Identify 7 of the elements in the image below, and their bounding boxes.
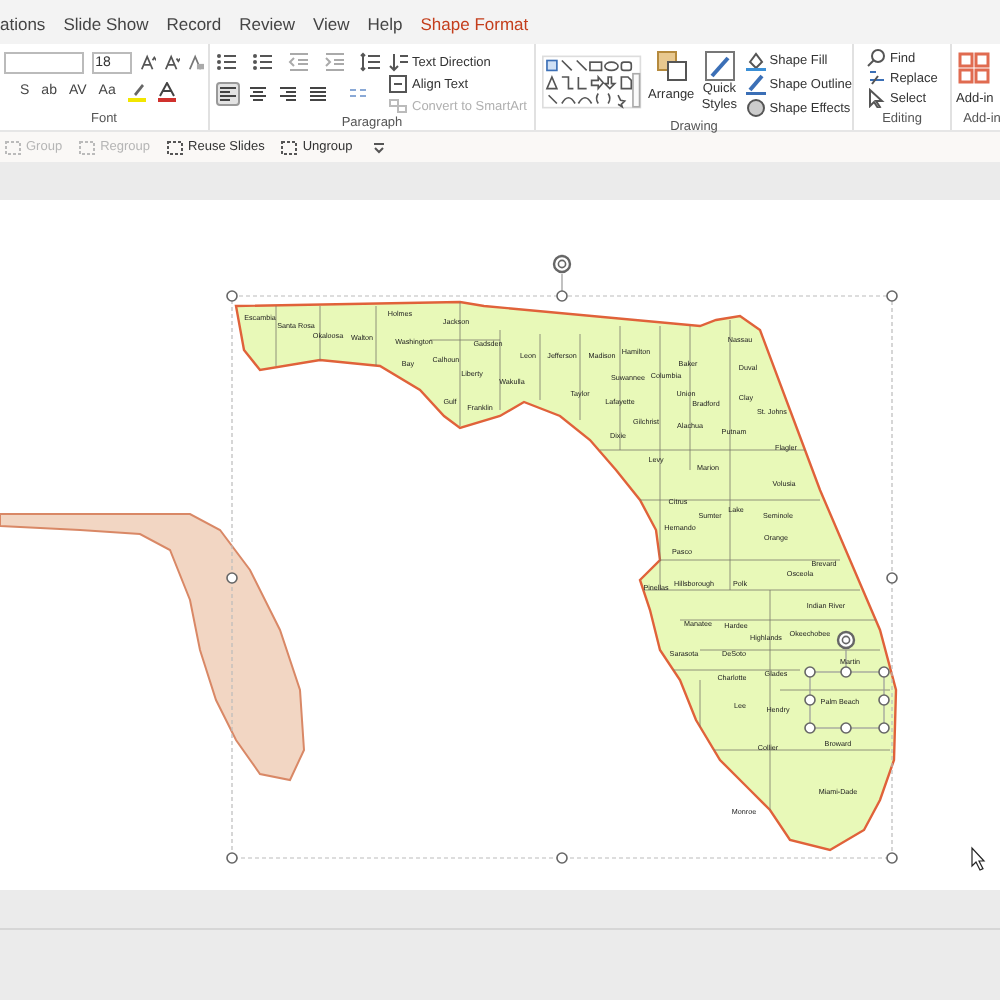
ribbon-tab[interactable]: View bbox=[313, 11, 350, 37]
ribbon-tab[interactable]: ations bbox=[0, 11, 46, 37]
ribbon-tab[interactable]: Shape Format bbox=[420, 11, 529, 37]
ribbon-tab[interactable]: Slide Show bbox=[63, 11, 149, 37]
ribbon-tab[interactable]: Record bbox=[166, 11, 222, 37]
ribbon-tab[interactable]: Help bbox=[367, 11, 403, 37]
ribbon-tab[interactable]: Review bbox=[239, 11, 295, 37]
